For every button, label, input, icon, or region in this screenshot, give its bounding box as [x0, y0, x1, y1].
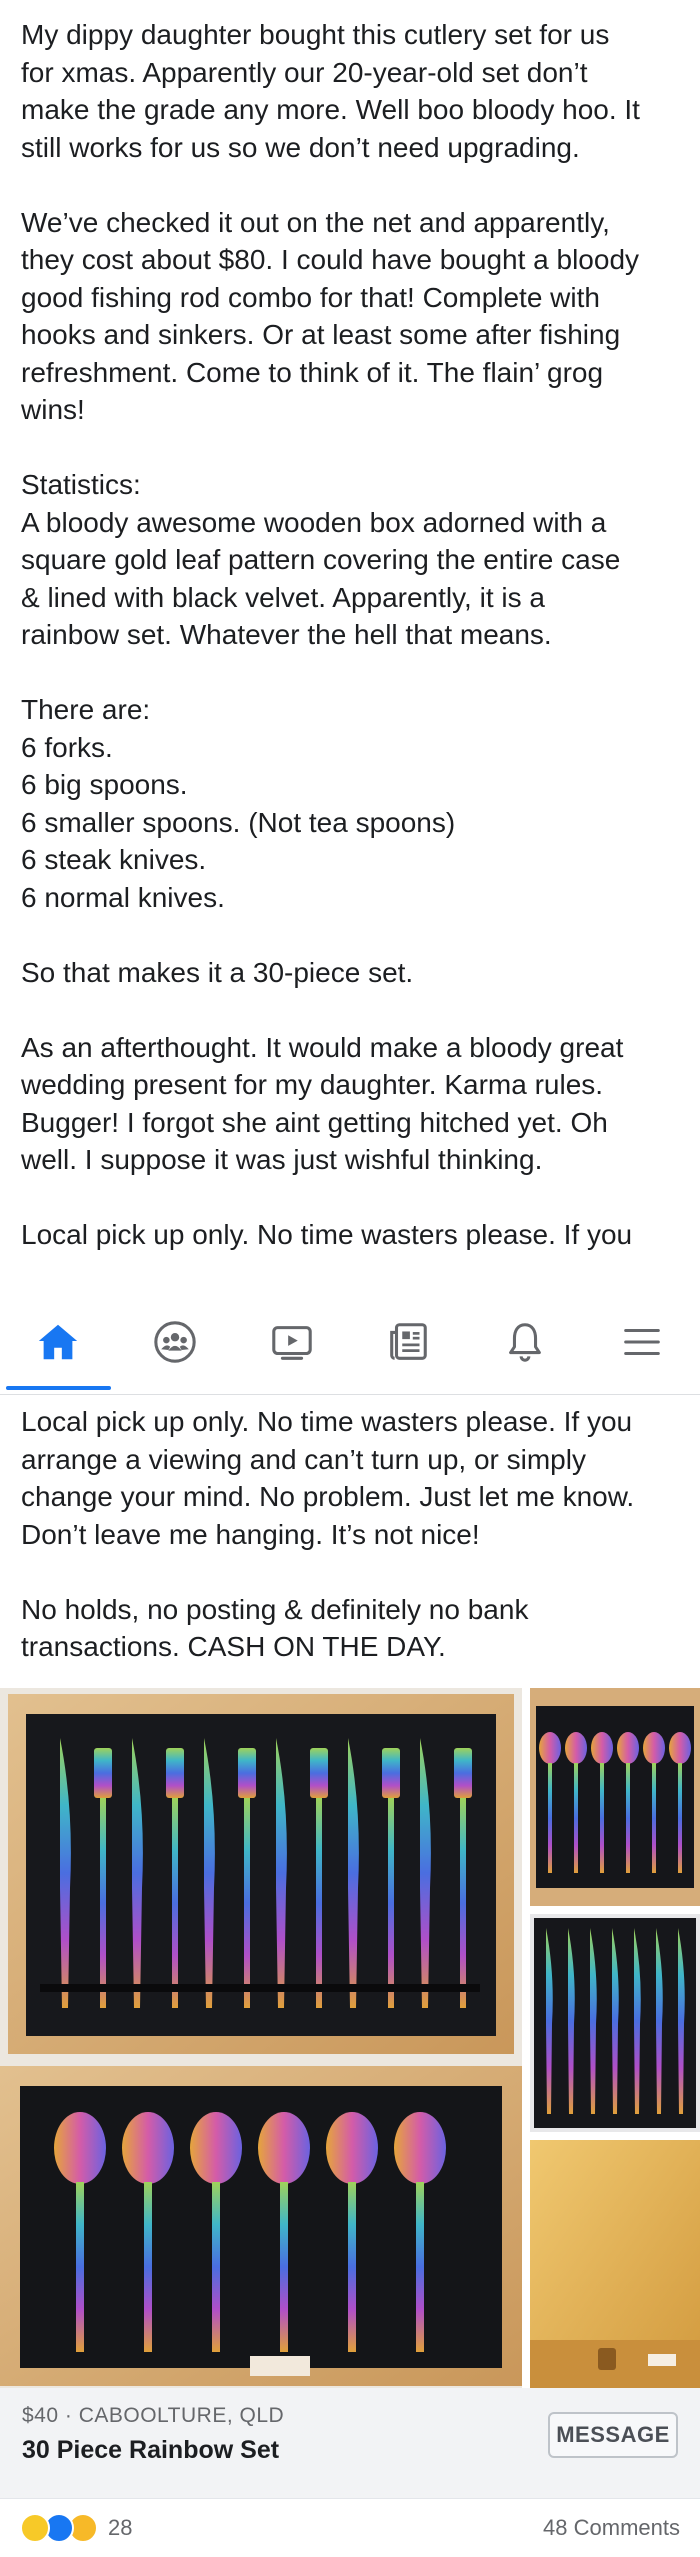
news-feed-icon [390, 1323, 428, 1360]
post-text-continued: Local pick up only. No time wasters plea… [21, 1406, 635, 1662]
message-button[interactable]: MESSAGE [548, 2412, 678, 2458]
box-lid-photo[interactable] [530, 2140, 700, 2388]
tab-news[interactable] [350, 1290, 467, 1394]
reaction-count[interactable]: 28 [108, 2515, 132, 2541]
watch-icon [271, 1326, 312, 1360]
knives-photo[interactable] [530, 1914, 700, 2132]
listing-title[interactable]: 30 Piece Rainbow Set [22, 2436, 279, 2465]
groups-icon [154, 1321, 196, 1363]
comments-count[interactable]: 48 Comments [543, 2515, 680, 2541]
bottom-navigation [0, 1290, 700, 1395]
tab-watch[interactable] [233, 1290, 350, 1394]
home-icon [39, 1324, 78, 1360]
listing-price-location: $40 · CABOOLTURE, QLD [22, 2404, 285, 2427]
photo-gallery [0, 1688, 700, 2388]
tab-menu[interactable] [583, 1290, 700, 1394]
tab-notifications[interactable] [467, 1290, 584, 1394]
bell-icon [509, 1323, 541, 1362]
reaction-icons[interactable] [20, 2513, 100, 2543]
post-text: My dippy daughter bought this cutlery se… [21, 19, 640, 1250]
spoons-photo[interactable] [530, 1688, 700, 1906]
menu-icon [623, 1328, 660, 1356]
tab-groups[interactable] [117, 1290, 234, 1394]
tab-home[interactable] [0, 1290, 117, 1394]
cutlery-box-photo[interactable] [0, 1688, 522, 2388]
reactions-bar: 28 48 Comments [0, 2498, 700, 2557]
haha-reaction-icon [20, 2513, 50, 2543]
marketplace-listing[interactable]: $40 · CABOOLTURE, QLD 30 Piece Rainbow S… [0, 2388, 700, 2498]
